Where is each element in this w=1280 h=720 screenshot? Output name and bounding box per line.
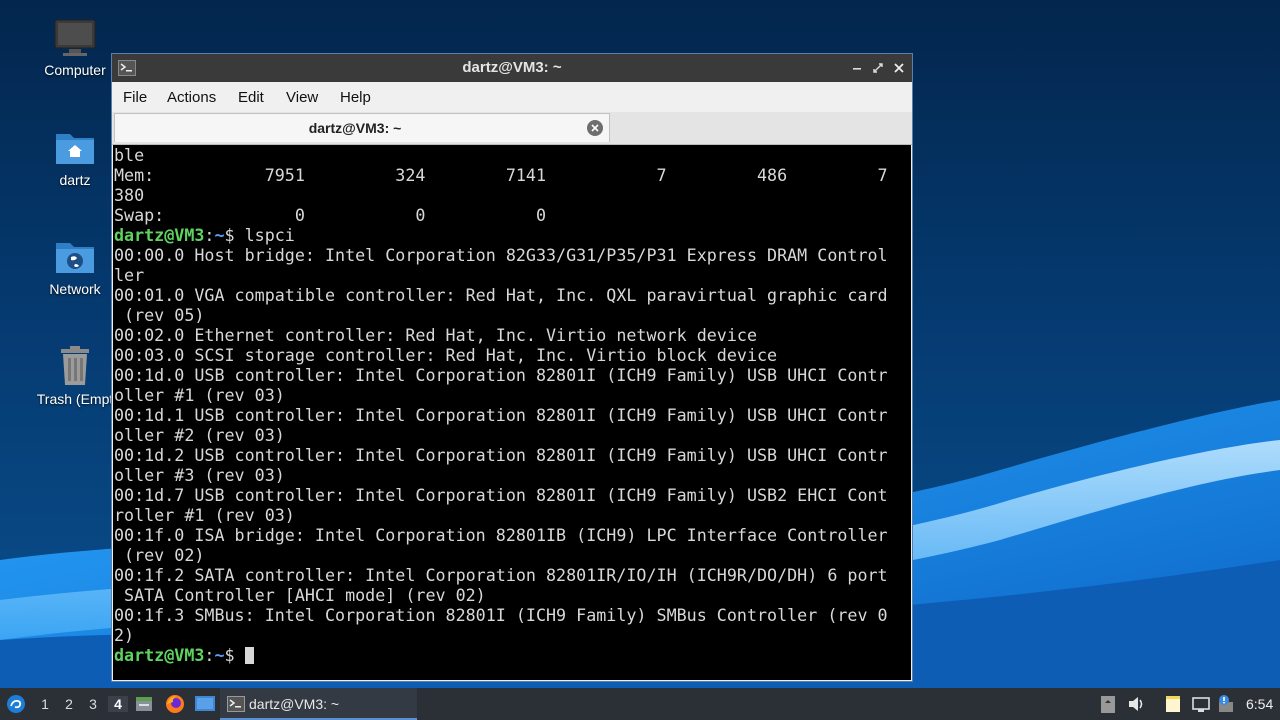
prompt-symbol: $: [224, 645, 235, 665]
terminal-line: 00:03.0 SCSI storage controller: Red Hat…: [114, 345, 778, 365]
workspace-3[interactable]: 3: [85, 696, 101, 712]
terminal-line: oller #3 (rev 03): [114, 465, 285, 485]
terminal-line: oller #2 (rev 03): [114, 425, 285, 445]
volume-icon[interactable]: [1127, 694, 1147, 714]
close-icon: [894, 63, 904, 73]
prompt-user: dartz@VM3: [114, 225, 205, 245]
terminal-line: roller #1 (rev 03): [114, 505, 295, 525]
window-title: dartz@VM3: ~: [462, 59, 562, 76]
terminal-line: 00:1d.7 USB controller: Intel Corporatio…: [114, 485, 888, 505]
prompt-symbol: $: [224, 225, 235, 245]
minimize-button[interactable]: [850, 61, 864, 75]
terminal-line: (rev 05): [114, 305, 205, 325]
network-status-icon[interactable]: [1191, 694, 1211, 714]
terminal-line: 00:1f.2 SATA controller: Intel Corporati…: [114, 565, 888, 585]
terminal-line: 00:00.0 Host bridge: Intel Corporation 8…: [114, 245, 888, 265]
terminal-line: SATA Controller [AHCI mode] (rev 02): [114, 585, 486, 605]
notes-icon[interactable]: [1163, 694, 1183, 714]
text-cursor: [244, 647, 254, 664]
terminal-line: 380: [114, 185, 145, 205]
menu-view[interactable]: View: [286, 89, 318, 106]
terminal-line: 00:1d.0 USB controller: Intel Corporatio…: [114, 365, 888, 385]
taskbar-window-label: dartz@VM3: ~: [249, 696, 340, 712]
terminal-output[interactable]: ble Mem: 7951 324 7141 7 486 7 380 Swap:…: [113, 145, 911, 680]
terminal-line: Swap: 0 0 0: [114, 205, 547, 225]
tab-terminal[interactable]: dartz@VM3: ~: [114, 113, 610, 142]
workspace-4[interactable]: 4: [108, 696, 128, 712]
maximize-icon: [873, 63, 883, 73]
network-folder-icon: [56, 243, 94, 273]
minimize-icon: [853, 68, 861, 70]
terminal-line: 00:1d.1 USB controller: Intel Corporatio…: [114, 405, 888, 425]
terminal-line: (rev 02): [114, 545, 205, 565]
terminal-line: 00:1f.3 SMBus: Intel Corporation 82801I …: [114, 605, 888, 625]
terminal-line: 00:02.0 Ethernet controller: Red Hat, In…: [114, 325, 757, 345]
show-desktop-icon[interactable]: [194, 694, 216, 714]
tab-bar: dartz@VM3: ~: [112, 112, 912, 145]
prompt-user: dartz@VM3: [114, 645, 205, 665]
terminal-line: 00:01.0 VGA compatible controller: Red H…: [114, 285, 888, 305]
terminal-line: oller #1 (rev 03): [114, 385, 285, 405]
taskbar: 1 2 3 4 dartz@VM3: ~ 6:54: [0, 688, 1280, 720]
firefox-icon[interactable]: [164, 693, 186, 715]
update-notification-icon[interactable]: [1216, 694, 1236, 714]
terminal-icon: [227, 696, 245, 712]
terminal-line: 2): [114, 625, 135, 645]
clock[interactable]: 6:54: [1246, 696, 1273, 712]
trash-icon: [61, 346, 89, 385]
file-manager-icon[interactable]: [134, 694, 154, 714]
clipboard-icon[interactable]: [1100, 694, 1116, 714]
prompt-line: dartz@VM3:~$: [113, 645, 911, 665]
menu-help[interactable]: Help: [340, 89, 371, 106]
home-folder-icon: [56, 134, 94, 164]
command-text: lspci: [234, 225, 295, 245]
menu-bar: File Actions Edit View Help: [112, 82, 912, 112]
menu-actions[interactable]: Actions: [167, 89, 216, 106]
close-button[interactable]: [892, 61, 906, 75]
monitor-icon: [54, 19, 96, 56]
terminal-line: ler: [114, 265, 145, 285]
tab-close-button[interactable]: [587, 120, 603, 136]
window-titlebar[interactable]: dartz@VM3: ~: [112, 54, 912, 82]
menu-edit[interactable]: Edit: [238, 89, 264, 106]
app-menu-icon[interactable]: [5, 693, 27, 715]
taskbar-window-terminal[interactable]: dartz@VM3: ~: [220, 688, 417, 720]
prompt-dir: ~: [214, 225, 225, 245]
terminal-line: 00:1d.2 USB controller: Intel Corporatio…: [114, 445, 888, 465]
terminal-window[interactable]: dartz@VM3: ~ File Actions Edit View Help…: [111, 53, 913, 682]
prompt-dir: ~: [214, 645, 225, 665]
menu-file[interactable]: File: [123, 89, 147, 106]
close-icon: [591, 124, 599, 132]
prompt-line: dartz@VM3:~$ lspci: [114, 225, 295, 245]
terminal-line: Mem: 7951 324 7141 7 486 7: [114, 165, 888, 185]
tab-label: dartz@VM3: ~: [308, 120, 402, 136]
workspace-2[interactable]: 2: [61, 696, 77, 712]
maximize-button[interactable]: [871, 61, 885, 75]
workspace-1[interactable]: 1: [37, 696, 53, 712]
terminal-line: ble: [114, 145, 145, 165]
terminal-line: 00:1f.0 ISA bridge: Intel Corporation 82…: [114, 525, 888, 545]
